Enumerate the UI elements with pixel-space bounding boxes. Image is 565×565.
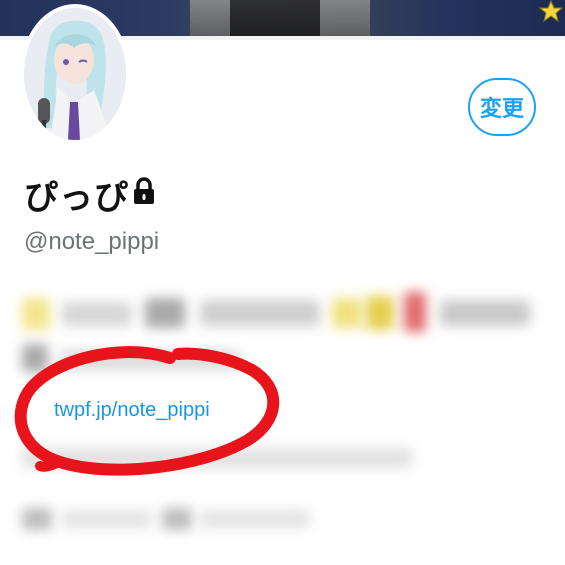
meta-blurred-segment: [22, 508, 52, 530]
profile-handle: @note_pippi: [24, 228, 160, 255]
bio-blurred-segment: [332, 298, 362, 328]
bio-blurred-segment: [366, 296, 394, 330]
meta-blurred-segment: [162, 508, 192, 530]
avatar[interactable]: [20, 4, 130, 144]
bio-blurred-segment: [404, 292, 426, 332]
lock-icon: [134, 177, 154, 204]
banner-image-center: [190, 0, 370, 40]
bio-blurred-segment: [22, 298, 50, 330]
meta-blurred-segment: [62, 510, 152, 528]
display-name: ぴっぴ: [24, 179, 129, 217]
bio-blurred-segment: [200, 300, 320, 326]
bio-blurred-segment: [62, 302, 132, 326]
meta-blurred-segment: [200, 510, 310, 528]
avatar-illustration: [24, 8, 126, 140]
change-button[interactable]: 変更: [468, 78, 536, 136]
bio-blurred-segment: [440, 300, 530, 326]
bio-blurred-segment: [145, 298, 185, 328]
red-circle-annotation: [14, 346, 280, 476]
star-icon: [539, 0, 563, 22]
